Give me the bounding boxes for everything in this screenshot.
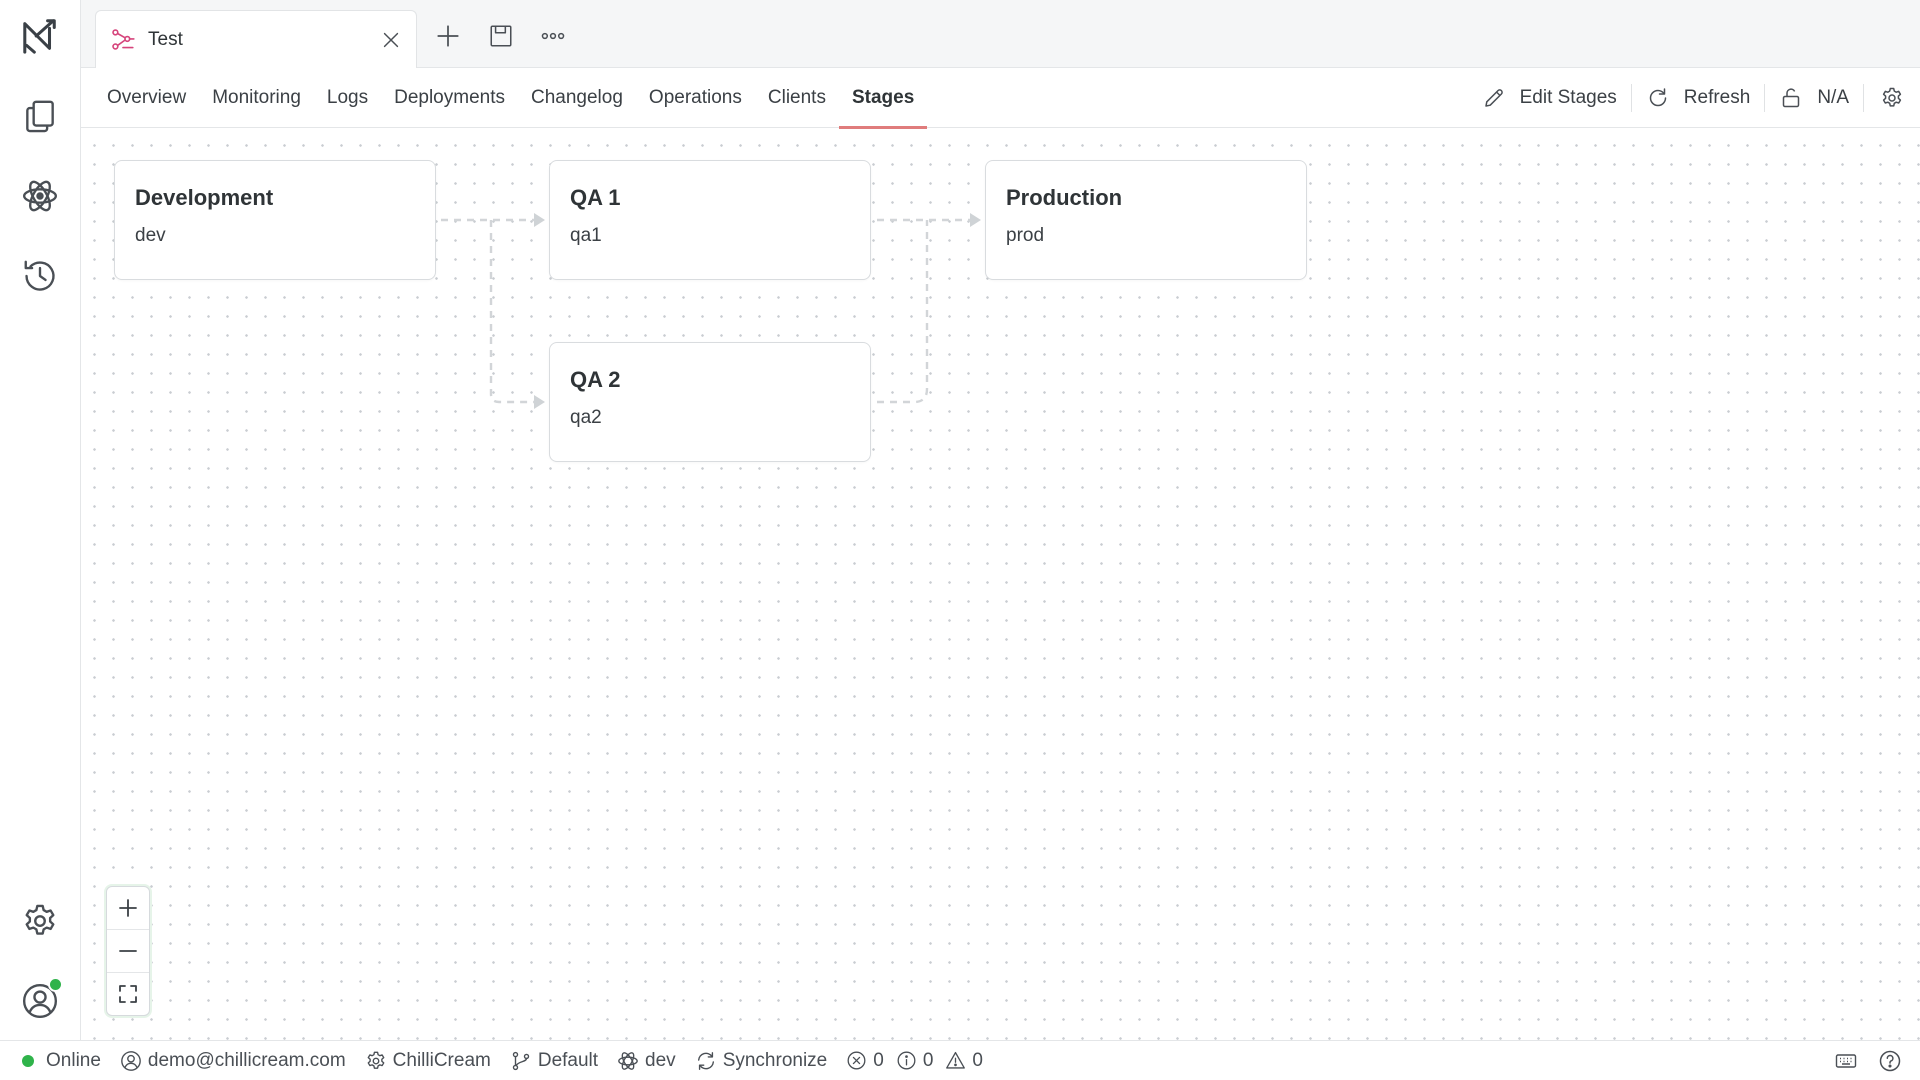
app-logo-icon[interactable]	[16, 12, 64, 60]
tab-clients[interactable]: Clients	[755, 68, 839, 128]
settings-icon[interactable]	[16, 897, 64, 945]
zoom-controls	[106, 886, 150, 1016]
stage-slug: qa2	[570, 407, 602, 428]
lock-status-label: N/A	[1817, 87, 1849, 108]
info-icon	[897, 1051, 916, 1070]
stage-name: QA 1	[570, 185, 621, 210]
synchronize-label: Synchronize	[722, 1049, 828, 1071]
save-icon	[490, 25, 512, 47]
account-icon[interactable]	[16, 977, 64, 1025]
stage-slug: dev	[135, 225, 166, 246]
sync-icon	[697, 1051, 714, 1070]
stage-settings-button[interactable]	[1864, 68, 1920, 128]
edge-qa2-prod	[877, 220, 929, 404]
more-icon	[541, 32, 565, 40]
edge-dev-qa2	[489, 220, 534, 404]
tab-overview[interactable]: Overview	[94, 68, 199, 128]
fit-view-button[interactable]	[107, 972, 149, 1015]
document-tab-bar: Test	[81, 0, 1920, 68]
section-tabs: Overview Monitoring Logs Deployments Cha…	[94, 68, 928, 129]
stages-canvas[interactable]: Development dev QA 1 qa1 QA 2 qa2 Produc…	[82, 129, 1920, 1040]
fit-view-icon	[119, 985, 137, 1003]
arrow-qa2	[534, 395, 545, 409]
status-bar-tools	[1814, 1041, 1902, 1080]
tab-deployments[interactable]: Deployments	[381, 68, 518, 128]
warning-icon	[946, 1051, 966, 1069]
stage-name: QA 2	[570, 367, 621, 392]
close-icon[interactable]	[380, 29, 402, 51]
stage-slug: prod	[1006, 225, 1045, 246]
schema-icon	[110, 27, 136, 53]
stage-slug: qa1	[570, 225, 602, 246]
tab-logs[interactable]: Logs	[314, 68, 381, 128]
environment-name: dev	[645, 1049, 676, 1071]
documents-icon[interactable]	[16, 92, 64, 140]
stage-name: Development	[135, 185, 274, 210]
info-count[interactable]: 0	[896, 1049, 934, 1072]
error-icon	[847, 1051, 866, 1070]
stage-card-qa1[interactable]: QA 1 qa1	[549, 160, 871, 280]
plus-icon	[437, 25, 459, 47]
document-tab[interactable]: Test	[95, 10, 417, 68]
help-icon[interactable]	[1878, 1049, 1902, 1073]
branch-icon	[512, 1051, 530, 1070]
workspace-status[interactable]: ChilliCream	[365, 1050, 491, 1072]
connection-label: Online	[46, 1049, 101, 1071]
tab-monitoring[interactable]: Monitoring	[199, 68, 314, 128]
refresh-icon	[1649, 88, 1667, 107]
arrow-prod	[970, 213, 981, 227]
save-button[interactable]	[485, 20, 517, 52]
stage-card-development[interactable]: Development dev	[114, 160, 436, 280]
environment-status[interactable]: dev	[617, 1050, 676, 1072]
document-tab-title: Test	[148, 28, 183, 50]
stage-actions: Edit Stages Refresh N/A	[1468, 68, 1920, 128]
warning-count[interactable]: 0	[945, 1050, 983, 1072]
synchronize-button[interactable]: Synchronize	[695, 1049, 828, 1072]
api-icon[interactable]	[16, 172, 64, 220]
unlock-icon	[1783, 88, 1800, 108]
tab-stages[interactable]: Stages	[838, 68, 928, 129]
stage-name: Production	[1006, 185, 1123, 210]
zoom-out-button[interactable]	[107, 929, 149, 972]
branch-status[interactable]: Default	[510, 1050, 598, 1072]
error-count[interactable]: 0	[846, 1050, 884, 1072]
refresh-label: Refresh	[1683, 87, 1751, 108]
user-status[interactable]: demo@chillicream.com	[120, 1050, 346, 1072]
arrow-qa1	[534, 213, 545, 227]
warning-count-value: 0	[972, 1049, 983, 1071]
pencil-icon	[1484, 89, 1503, 107]
tab-operations[interactable]: Operations	[636, 68, 755, 128]
user-email: demo@chillicream.com	[147, 1049, 346, 1071]
zoom-in-button[interactable]	[107, 887, 149, 929]
info-count-value: 0	[922, 1049, 934, 1071]
workspace-name: ChilliCream	[392, 1049, 491, 1071]
refresh-button[interactable]: Refresh	[1632, 68, 1765, 128]
more-options-button[interactable]	[537, 20, 569, 52]
lock-status-button[interactable]: N/A	[1765, 68, 1863, 128]
plus-icon	[119, 899, 137, 917]
activity-rail	[0, 0, 81, 1040]
history-icon[interactable]	[16, 252, 64, 300]
minus-icon	[119, 950, 137, 952]
edit-stages-label: Edit Stages	[1519, 87, 1617, 108]
stage-card-production[interactable]: Production prod	[985, 160, 1307, 280]
branch-name: Default	[537, 1049, 599, 1071]
online-status-dot	[48, 977, 63, 992]
edit-stages-button[interactable]: Edit Stages	[1468, 68, 1631, 128]
user-icon	[121, 1050, 141, 1071]
workspace-icon	[367, 1051, 385, 1069]
keyboard-icon[interactable]	[1834, 1049, 1858, 1073]
online-dot	[22, 1054, 34, 1067]
new-tab-button[interactable]	[432, 20, 464, 52]
stage-card-qa2[interactable]: QA 2 qa2	[549, 342, 871, 462]
connection-status[interactable]: Online	[22, 1050, 101, 1072]
gear-icon	[1882, 87, 1902, 107]
error-count-value: 0	[873, 1049, 884, 1071]
api-icon	[618, 1051, 638, 1070]
tab-changelog[interactable]: Changelog	[518, 68, 636, 128]
section-navigation: Overview Monitoring Logs Deployments Cha…	[81, 68, 1920, 129]
status-bar: Online demo@chillicream.com ChilliCream …	[0, 1040, 1920, 1080]
